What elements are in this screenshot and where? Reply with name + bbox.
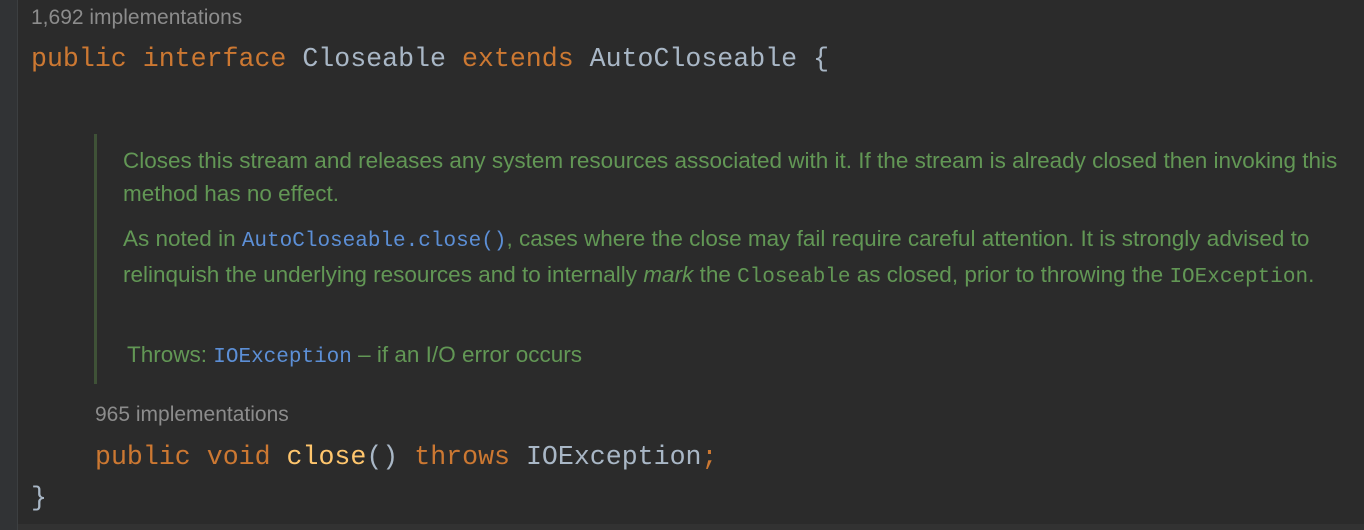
text: . [1308, 262, 1315, 287]
brace-open: { [813, 44, 830, 74]
autocloseable-close-link[interactable]: AutoCloseable.close() [242, 230, 507, 253]
brace-close: } [31, 483, 47, 513]
doc-throws: Throws: IOException – if an I/O error oc… [127, 338, 1347, 374]
interface-name[interactable]: Closeable [302, 44, 446, 74]
keyword-void: void [206, 442, 271, 472]
throws-label: Throws: [127, 342, 214, 367]
code-ioexception: IOException [1169, 266, 1309, 289]
keyword-interface: interface [142, 44, 287, 74]
ioexception-link[interactable]: IOException [213, 346, 352, 369]
throws-description: – if an I/O error occurs [351, 342, 582, 367]
method-declaration: public void close() throws IOException; [95, 442, 718, 472]
exception-type[interactable]: IOException [526, 442, 702, 472]
code-closeable: Closeable [737, 266, 851, 289]
keyword-extends: extends [461, 44, 574, 74]
doc-paragraph-1: Closes this stream and releases any syst… [123, 148, 1338, 206]
interface-implementations-hint[interactable]: 1,692 implementations [31, 6, 242, 30]
text: the [693, 262, 738, 287]
keyword-throws: throws [414, 442, 510, 472]
emphasis: mark [643, 262, 694, 287]
super-interface[interactable]: AutoCloseable [590, 44, 797, 74]
semicolon: ; [701, 442, 718, 472]
text: as closed, prior to throwing the [850, 262, 1170, 287]
keyword-public: public [95, 442, 191, 472]
editor-gutter [0, 0, 18, 530]
keyword-public: public [31, 44, 127, 74]
editor-bottom-strip [18, 524, 1364, 530]
doc-paragraph-2: As noted in AutoCloseable.close(), cases… [123, 222, 1343, 294]
method-name[interactable]: close [287, 442, 367, 472]
interface-declaration: public interface Closeable extends AutoC… [31, 44, 829, 74]
javadoc-block: Closes this stream and releases any syst… [94, 134, 1337, 384]
parens: () [366, 442, 399, 472]
method-implementations-hint[interactable]: 965 implementations [95, 403, 289, 427]
text: As noted in [123, 226, 242, 251]
